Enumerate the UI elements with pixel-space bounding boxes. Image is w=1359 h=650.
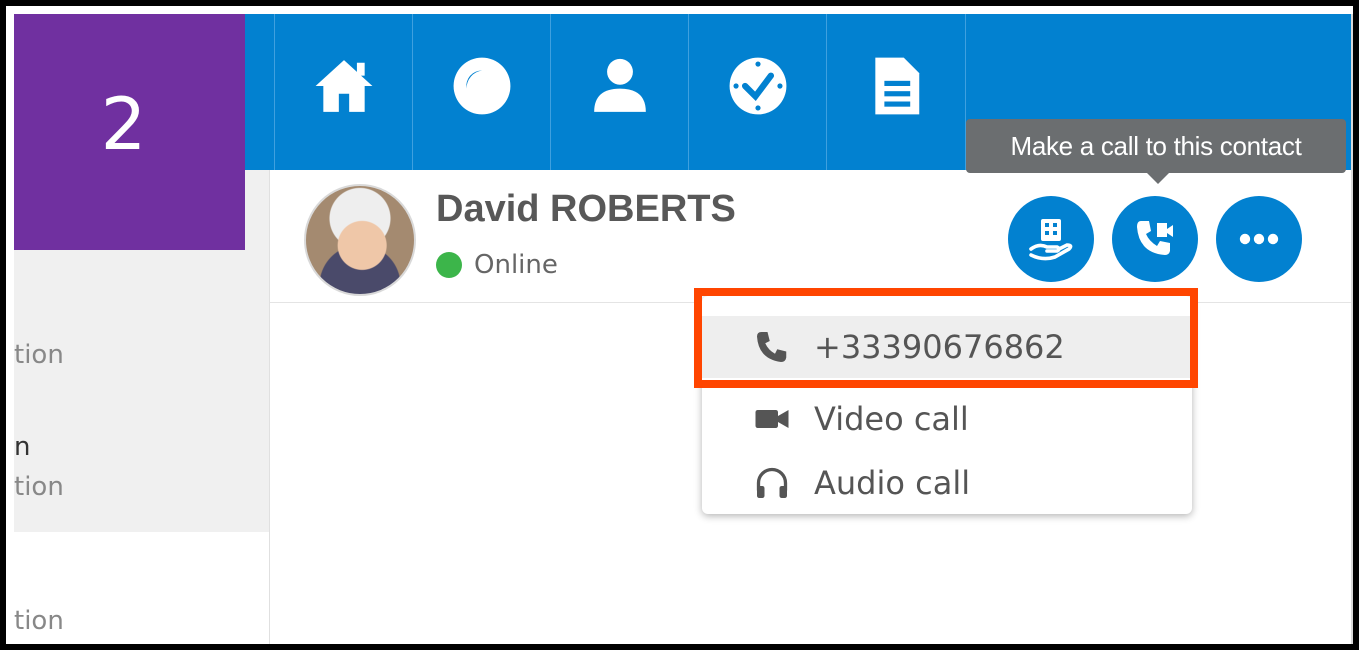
nav-files-button[interactable] <box>826 14 966 170</box>
nav-conversations-button[interactable] <box>412 14 551 170</box>
call-tooltip: Make a call to this contact <box>966 119 1346 173</box>
nav-contacts-button[interactable] <box>550 14 689 170</box>
video-camera-icon <box>748 399 796 439</box>
left-item-3-subtitle: tion <box>14 606 64 636</box>
screen-share-button[interactable] <box>1008 196 1094 282</box>
menu-item-video-call[interactable]: Video call <box>702 388 1192 450</box>
home-icon <box>315 60 373 112</box>
phone-video-icon <box>1137 221 1173 255</box>
bubble-icon <box>453 57 511 115</box>
conversation-count-tile[interactable]: 2 <box>14 14 245 250</box>
nav-history-button[interactable] <box>688 14 827 170</box>
call-button[interactable] <box>1112 196 1198 282</box>
person-icon <box>594 58 646 112</box>
avatar[interactable] <box>304 184 416 296</box>
contact-header: David ROBERTS Online <box>270 170 1351 303</box>
badge-number: 2 <box>100 82 147 166</box>
status-text: Online <box>474 250 558 280</box>
menu-item-audio-call[interactable]: Audio call <box>702 452 1192 514</box>
clock-icon <box>729 57 787 115</box>
more-options-button[interactable] <box>1216 196 1302 282</box>
left-item-1-subtitle: tion <box>14 340 64 370</box>
audio-call-label: Audio call <box>814 464 971 502</box>
video-call-label: Video call <box>814 400 969 438</box>
nav-home-button[interactable] <box>274 14 413 170</box>
document-icon <box>875 57 920 115</box>
contact-name: David ROBERTS <box>436 188 736 230</box>
left-item-2-title: n <box>14 432 31 462</box>
left-item-2-subtitle: tion <box>14 472 64 502</box>
left-panel: 2 tion n tion tion <box>14 14 270 644</box>
hand-building-icon <box>1029 219 1073 261</box>
status-indicator <box>436 252 462 278</box>
screenshot-frame: 2 tion n tion tion David ROBERTS Online … <box>0 0 1359 650</box>
headphones-icon <box>748 463 796 503</box>
highlight-annotation <box>694 288 1198 388</box>
app-window: 2 tion n tion tion David ROBERTS Online … <box>14 14 1353 644</box>
left-item-3[interactable]: tion <box>14 532 269 644</box>
more-icon <box>1239 233 1279 245</box>
tooltip-arrow <box>1147 173 1169 184</box>
